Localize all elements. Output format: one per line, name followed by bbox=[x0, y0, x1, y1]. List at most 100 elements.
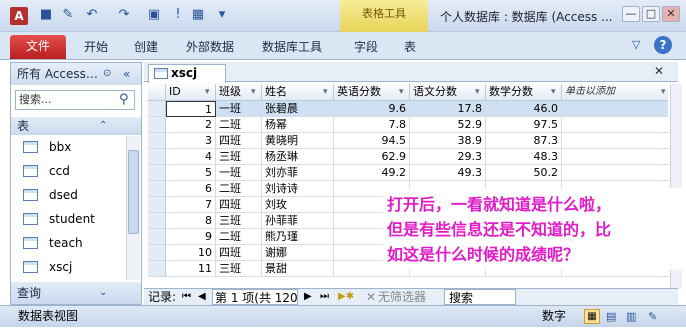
file-tab[interactable]: 文件 bbox=[10, 35, 66, 59]
table-cell[interactable]: 49.2 bbox=[334, 165, 410, 181]
record-search-input[interactable]: 搜索 bbox=[444, 289, 516, 305]
table-cell[interactable] bbox=[562, 101, 668, 117]
table-cell[interactable]: 刘诗诗 bbox=[262, 181, 334, 197]
nav-item-student[interactable]: student bbox=[11, 207, 126, 231]
row-selector[interactable] bbox=[148, 101, 166, 117]
row-selector[interactable] bbox=[148, 165, 166, 181]
table-cell[interactable]: 8 bbox=[166, 213, 216, 229]
ribbon-collapse-icon[interactable]: ▽ bbox=[632, 38, 640, 51]
row-selector[interactable] bbox=[148, 181, 166, 197]
row-selector[interactable] bbox=[148, 133, 166, 149]
row-selector[interactable] bbox=[148, 149, 166, 165]
record-position-input[interactable]: 第 1 项(共 120 项) bbox=[212, 289, 298, 305]
last-record-button[interactable]: ⏭ bbox=[320, 289, 329, 305]
tab-home[interactable]: 开始 bbox=[84, 38, 108, 55]
table-cell[interactable] bbox=[562, 165, 668, 181]
help-icon[interactable]: ? bbox=[654, 36, 672, 54]
table-cell[interactable]: 谢娜 bbox=[262, 245, 334, 261]
sort-dropdown-icon[interactable]: ▾ bbox=[251, 84, 256, 100]
view-icon[interactable]: ▣ bbox=[146, 7, 162, 23]
table-cell[interactable]: 杨丞琳 bbox=[262, 149, 334, 165]
table-cell[interactable]: 张碧晨 bbox=[262, 101, 334, 117]
row-selector[interactable] bbox=[148, 197, 166, 213]
table-cell[interactable]: 1 bbox=[166, 101, 216, 117]
filter-icon[interactable]: ✕ bbox=[366, 289, 376, 305]
table-cell[interactable]: 一班 bbox=[216, 101, 262, 117]
group-expand-icon[interactable]: ⌄ bbox=[99, 282, 107, 304]
table-cell[interactable]: 17.8 bbox=[410, 101, 486, 117]
filter-status[interactable]: 无筛选器 bbox=[378, 289, 426, 305]
table-cell[interactable]: 一班 bbox=[216, 165, 262, 181]
table-cell[interactable]: 四班 bbox=[216, 245, 262, 261]
nav-item-xscj[interactable]: xscj bbox=[11, 255, 126, 279]
table-cell[interactable]: 7 bbox=[166, 197, 216, 213]
tab-table[interactable]: 表 bbox=[404, 38, 416, 55]
nav-header[interactable]: 所有 Access… ⊙ « bbox=[11, 63, 141, 85]
tables-group-header[interactable]: 表 ⌃ bbox=[11, 117, 141, 135]
tab-create[interactable]: 创建 bbox=[134, 38, 158, 55]
pivot-chart-icon[interactable]: ▥ bbox=[626, 306, 636, 327]
table-cell[interactable]: 三班 bbox=[216, 261, 262, 277]
save-icon[interactable]: ■ bbox=[38, 7, 54, 23]
sort-dropdown-icon[interactable]: ▾ bbox=[661, 84, 666, 100]
app-icon[interactable]: A bbox=[10, 7, 28, 25]
table-cell[interactable]: 7.8 bbox=[334, 117, 410, 133]
nav-item-teach[interactable]: teach bbox=[11, 231, 126, 255]
search-icon[interactable]: ⚲ bbox=[119, 92, 129, 107]
nav-item-ccd[interactable]: ccd bbox=[11, 159, 126, 183]
row-selector[interactable] bbox=[148, 245, 166, 261]
tab-fields[interactable]: 字段 bbox=[354, 38, 378, 55]
table-row[interactable]: 2 二班 杨幂 7.8 52.9 97.5 bbox=[148, 117, 668, 133]
new-record-button[interactable]: ▶✱ bbox=[338, 289, 354, 305]
sort-dropdown-icon[interactable]: ▾ bbox=[323, 84, 328, 100]
close-document-icon[interactable]: ✕ bbox=[654, 64, 664, 78]
row-selector[interactable] bbox=[148, 213, 166, 229]
table-cell[interactable]: 景甜 bbox=[262, 261, 334, 277]
minimize-button[interactable]: — bbox=[622, 6, 640, 22]
table-cell[interactable]: 62.9 bbox=[334, 149, 410, 165]
table-cell[interactable] bbox=[562, 133, 668, 149]
table-cell[interactable]: 48.3 bbox=[486, 149, 562, 165]
table-cell[interactable]: 二班 bbox=[216, 117, 262, 133]
nav-scrollbar[interactable] bbox=[126, 136, 140, 280]
table-cell[interactable]: 熊乃瑾 bbox=[262, 229, 334, 245]
sort-dropdown-icon[interactable]: ▾ bbox=[205, 84, 210, 100]
select-all-corner[interactable] bbox=[148, 84, 166, 101]
table-cell[interactable]: 四班 bbox=[216, 197, 262, 213]
nav-item-bbx[interactable]: bbx bbox=[11, 135, 126, 159]
table-cell[interactable]: 46.0 bbox=[486, 101, 562, 117]
row-selector[interactable] bbox=[148, 117, 166, 133]
table-cell[interactable]: 52.9 bbox=[410, 117, 486, 133]
table-cell[interactable]: 杨幂 bbox=[262, 117, 334, 133]
nav-scroll-thumb[interactable] bbox=[128, 150, 139, 234]
next-record-button[interactable]: ▶ bbox=[304, 289, 312, 305]
table-cell[interactable]: 97.5 bbox=[486, 117, 562, 133]
undo-icon[interactable]: ↶ bbox=[84, 7, 100, 23]
table-cell[interactable]: 94.5 bbox=[334, 133, 410, 149]
design-view-icon[interactable]: ✎ bbox=[648, 306, 657, 327]
table-cell[interactable]: 29.3 bbox=[410, 149, 486, 165]
table-cell[interactable]: 2 bbox=[166, 117, 216, 133]
table-cell[interactable]: 三班 bbox=[216, 213, 262, 229]
table-cell[interactable]: 49.3 bbox=[410, 165, 486, 181]
table-cell[interactable]: 3 bbox=[166, 133, 216, 149]
maximize-button[interactable]: □ bbox=[642, 6, 660, 22]
table-row[interactable]: 4 三班 杨丞琳 62.9 29.3 48.3 bbox=[148, 149, 668, 165]
table-cell[interactable]: 4 bbox=[166, 149, 216, 165]
table-cell[interactable] bbox=[562, 117, 668, 133]
table-cell[interactable]: 9 bbox=[166, 229, 216, 245]
table-cell[interactable]: 二班 bbox=[216, 181, 262, 197]
row-selector[interactable] bbox=[148, 229, 166, 245]
table-cell[interactable]: 6 bbox=[166, 181, 216, 197]
sort-dropdown-icon[interactable]: ▾ bbox=[551, 84, 556, 100]
table-cell[interactable]: 四班 bbox=[216, 133, 262, 149]
table-cell[interactable]: 11 bbox=[166, 261, 216, 277]
table-row[interactable]: 5 一班 刘亦菲 49.2 49.3 50.2 bbox=[148, 165, 668, 181]
column-header[interactable]: 单击以添加 bbox=[562, 84, 668, 101]
nav-collapse-icon[interactable]: « bbox=[123, 63, 130, 85]
table-cell[interactable]: 50.2 bbox=[486, 165, 562, 181]
row-selector[interactable] bbox=[148, 261, 166, 277]
customize-icon[interactable]: ▾ bbox=[214, 7, 230, 23]
table-cell[interactable]: 三班 bbox=[216, 149, 262, 165]
edit-icon[interactable]: ✎ bbox=[60, 7, 76, 23]
